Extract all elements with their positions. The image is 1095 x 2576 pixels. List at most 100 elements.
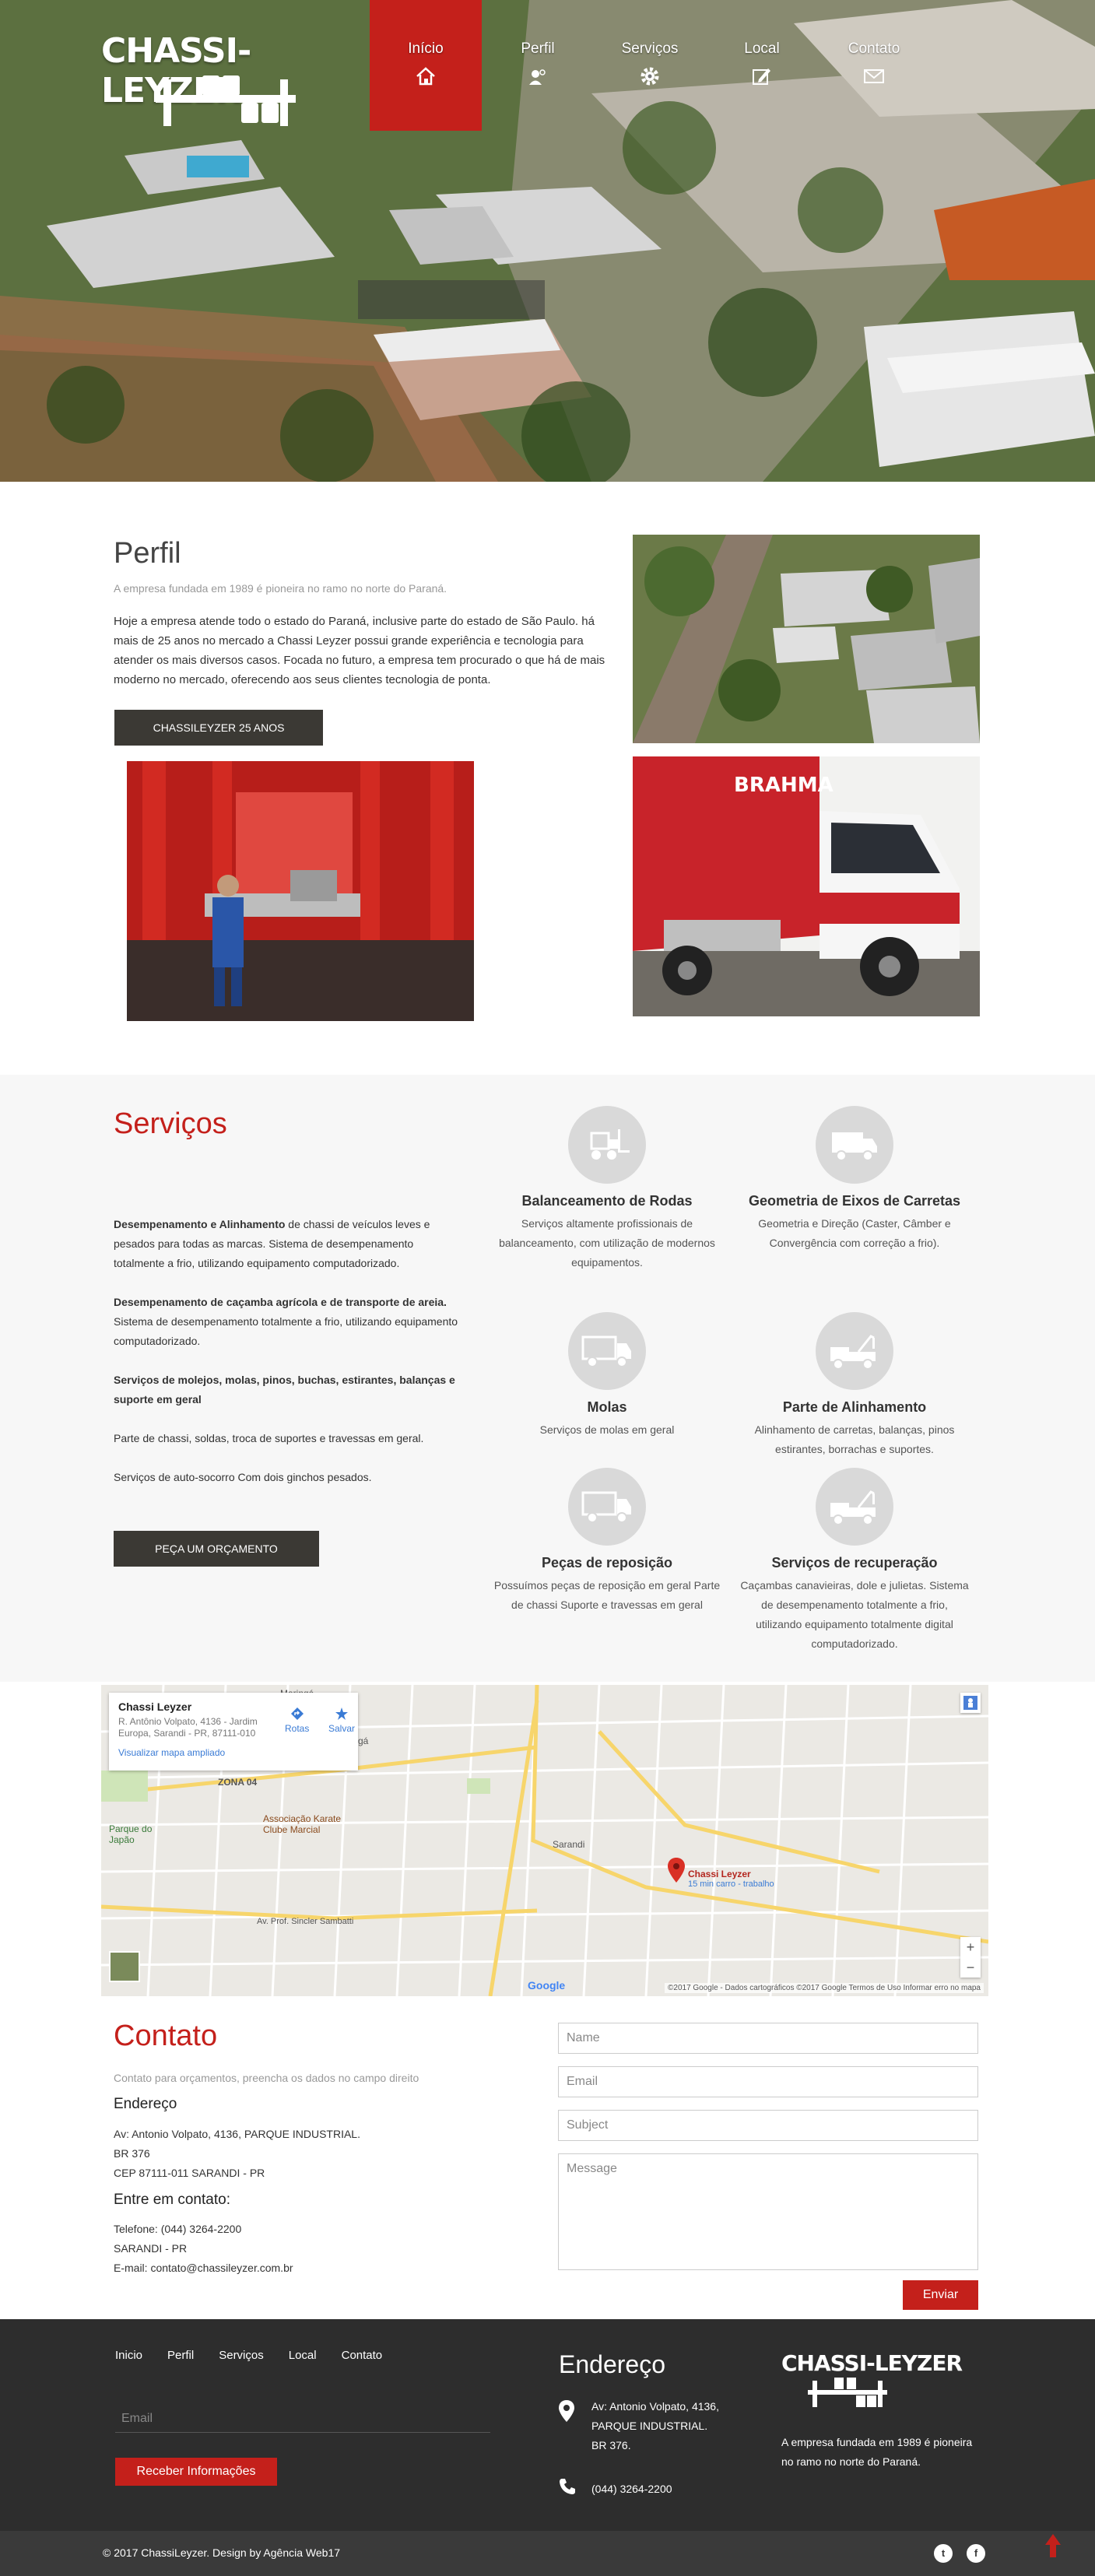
- name-field[interactable]: [558, 2023, 978, 2054]
- nav-label: Local: [744, 40, 780, 57]
- twitter-icon[interactable]: t: [934, 2544, 953, 2563]
- footer-about: A empresa fundada em 1989 é pioneira no …: [781, 2436, 973, 2468]
- gear-icon: [641, 67, 659, 86]
- service-card: Serviços de recuperação Caçambas canavie…: [738, 1468, 971, 1654]
- services-section: Serviços Desempenamento e Alinhamento de…: [0, 1075, 1095, 1682]
- footer-address-line: BR 376.: [591, 2439, 631, 2451]
- users-icon: [529, 69, 546, 85]
- nav-label: Serviços: [621, 40, 679, 57]
- nav-inicio[interactable]: Início: [370, 0, 482, 131]
- chassis-logo-icon: [808, 2378, 887, 2407]
- footer-nav-contato[interactable]: Contato: [342, 2349, 383, 2362]
- service-text: Serviços altamente profissionais de bala…: [499, 1217, 715, 1269]
- contact-email: E-mail: contato@chassileyzer.com.br: [114, 2262, 293, 2274]
- email-field[interactable]: [558, 2066, 978, 2097]
- google-logo: Google: [528, 1979, 566, 1992]
- services-list: Desempenamento e Alinhamento de chassi d…: [114, 1215, 464, 1507]
- zoom-in-button[interactable]: +: [960, 1937, 981, 1957]
- perfil-text: Hoje a empresa atende todo o estado do P…: [114, 615, 605, 686]
- save-label: Salvar: [328, 1723, 356, 1734]
- perfil-subtitle: A empresa fundada em 1989 é pioneira no …: [114, 582, 447, 595]
- brand-logo[interactable]: CHASSI-LEYZER: [101, 31, 327, 136]
- back-to-top-icon[interactable]: [1045, 2534, 1061, 2557]
- service-text: Geometria e Direção (Caster, Câmber e Co…: [758, 1217, 951, 1249]
- footer-nav-local[interactable]: Local: [289, 2349, 317, 2362]
- address-line: BR 376: [114, 2147, 150, 2160]
- map-info-card: Chassi Leyzer R. Antônio Volpato, 4136 -…: [109, 1693, 358, 1771]
- contact-city: SARANDI - PR: [114, 2242, 188, 2255]
- routes-button[interactable]: Rotas: [285, 1707, 309, 1734]
- pegman-button[interactable]: [960, 1693, 981, 1713]
- footer: Inicio Perfil Serviços Local Contato End…: [0, 2319, 1095, 2531]
- subject-field[interactable]: [558, 2110, 978, 2141]
- map-label: Av. Prof. Sincler Sambatti: [257, 1917, 354, 1926]
- map-pin-label: Chassi Leyzer: [688, 1869, 751, 1879]
- footer-nav-inicio[interactable]: Inicio: [115, 2349, 142, 2362]
- receive-info-button[interactable]: Receber Informações: [115, 2458, 277, 2486]
- nav-contato[interactable]: Contato: [818, 0, 930, 131]
- zoom-out-button[interactable]: −: [960, 1957, 981, 1978]
- service-text: Alinhamento de carretas, balanças, pinos…: [754, 1423, 955, 1455]
- map-place-name: Chassi Leyzer: [118, 1700, 192, 1713]
- service-title: Molas: [587, 1399, 627, 1415]
- pegman-icon: [963, 1696, 977, 1710]
- nav-servicos[interactable]: Serviços: [594, 0, 706, 131]
- satellite-toggle[interactable]: [109, 1951, 140, 1982]
- address-line: CEP 87111-011 SARANDI - PR: [114, 2167, 265, 2179]
- phone-icon: [560, 2479, 575, 2494]
- edit-icon: [753, 68, 770, 85]
- service-title: Parte de Alinhamento: [782, 1399, 927, 1415]
- envelope-icon: [864, 69, 884, 83]
- service-text: Caçambas canavieiras, dole e julietas. S…: [740, 1579, 969, 1650]
- message-field[interactable]: [558, 2153, 978, 2270]
- tow-truck-icon: [816, 1312, 893, 1390]
- facebook-icon[interactable]: f: [967, 2544, 985, 2563]
- footer-nav-servicos[interactable]: Serviços: [219, 2349, 264, 2362]
- truck-icon: [568, 1468, 646, 1546]
- map-zoom-controls: + −: [960, 1937, 981, 1978]
- map-pin-sub: 15 min carro - trabalho: [688, 1879, 774, 1889]
- location-map[interactable]: Maringá Maringá ZONA 04 Associação Karat…: [101, 1685, 988, 1996]
- map-attribution: ©2017 Google - Dados cartográficos ©2017…: [665, 1983, 984, 1993]
- map-enlarge-link[interactable]: Visualizar mapa ampliado: [118, 1747, 349, 1758]
- perfil-title: Perfil: [114, 537, 181, 570]
- copyright-text: © 2017 ChassiLeyzer. Design by Agência W…: [103, 2546, 341, 2559]
- map-address: R. Antônio Volpato, 4136 - Jardim Europa…: [118, 1716, 258, 1739]
- contact-heading: Entre em contato:: [114, 2192, 230, 2208]
- contact-block: Telefone: (044) 3264-2200 SARANDI - PR E…: [114, 2220, 293, 2278]
- services-list-item: Desempenamento de caçamba agrícola e de …: [114, 1296, 458, 1347]
- footer-address: Av: Antonio Volpato, 4136, PARQUE INDUST…: [591, 2397, 719, 2455]
- contact-subtitle: Contato para orçamentos, preencha os dad…: [114, 2072, 419, 2084]
- truck-photo: BRAHMA: [633, 756, 980, 1016]
- nav-local[interactable]: Local: [706, 0, 818, 131]
- service-title: Geometria de Eixos de Carretas: [748, 1193, 961, 1209]
- newsletter-email-input[interactable]: [115, 2405, 490, 2433]
- quote-button[interactable]: PEÇA UM ORÇAMENTO: [114, 1531, 319, 1567]
- footer-logo[interactable]: CHASSI-LEYZER: [781, 2350, 963, 2416]
- copyright-bar: © 2017 ChassiLeyzer. Design by Agência W…: [0, 2531, 1095, 2576]
- contact-phone: Telefone: (044) 3264-2200: [114, 2223, 242, 2235]
- address-heading: Endereço: [114, 2096, 177, 2112]
- footer-nav-perfil[interactable]: Perfil: [167, 2349, 194, 2362]
- send-button[interactable]: Enviar: [903, 2280, 978, 2310]
- map-label: Sarandi: [553, 1839, 585, 1850]
- services-list-item: Parte de chassi, soldas, troca de suport…: [114, 1432, 424, 1444]
- anniversary-button[interactable]: CHASSILEYZER 25 ANOS: [114, 710, 323, 746]
- map-marker-icon: [559, 2400, 574, 2422]
- hero-banner: CHASSI-LEYZER Início Perfil Serviços Loc…: [0, 0, 1095, 482]
- map-label: Parque do Japão: [109, 1823, 153, 1845]
- footer-nav: Inicio Perfil Serviços Local Contato: [115, 2349, 382, 2362]
- main-nav: Início Perfil Serviços Local Contato: [370, 0, 930, 131]
- services-list-item: Desempenamento e Alinhamento de chassi d…: [114, 1218, 430, 1269]
- map-pin[interactable]: Chassi Leyzer 15 min carro - trabalho: [668, 1858, 774, 1889]
- tow-truck-icon: [816, 1468, 893, 1546]
- nav-perfil[interactable]: Perfil: [482, 0, 594, 131]
- nav-label: Contato: [848, 40, 900, 57]
- service-card: Parte de Alinhamento Alinhamento de carr…: [738, 1312, 971, 1459]
- service-title: Balanceamento de Rodas: [521, 1193, 693, 1209]
- save-button[interactable]: Salvar: [328, 1707, 355, 1734]
- service-text: Serviços de molas em geral: [539, 1423, 675, 1436]
- forklift-icon: [568, 1106, 646, 1184]
- service-card: Geometria de Eixos de Carretas Geometria…: [738, 1106, 971, 1253]
- map-pin-icon: [668, 1858, 685, 1883]
